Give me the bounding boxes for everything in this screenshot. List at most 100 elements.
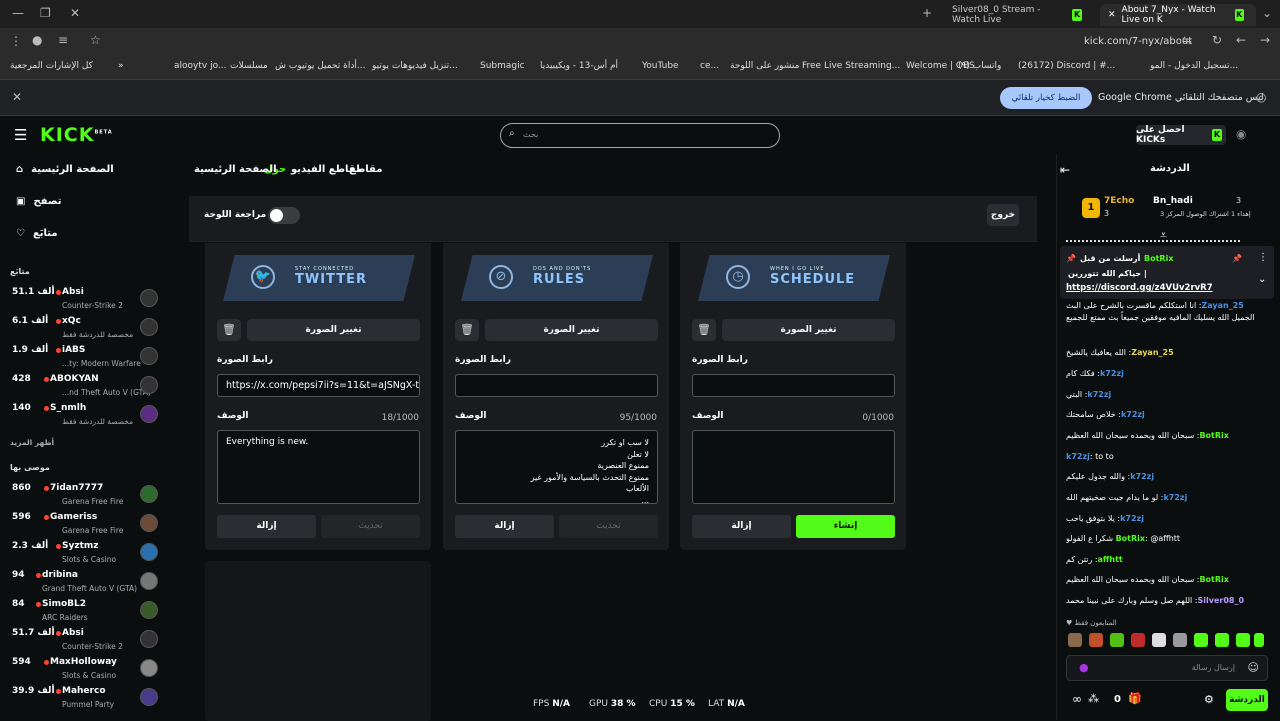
chat-input[interactable]: ● إرسال رسالة ☺ bbox=[1066, 655, 1268, 681]
bookmark-item[interactable]: (٩) واتساب bbox=[958, 61, 1001, 71]
new-tab-icon[interactable]: + bbox=[922, 6, 932, 20]
chevron-icon[interactable]: » bbox=[118, 61, 124, 71]
tab-about-nyx[interactable]: ✕ About 7_Nyx - Watch Live on K K bbox=[1100, 4, 1256, 26]
bookmark-item[interactable]: منشور على اللوحة bbox=[730, 61, 799, 71]
add-panel-placeholder[interactable] bbox=[205, 561, 431, 721]
image-link-input[interactable] bbox=[455, 374, 658, 397]
back-icon[interactable]: ← bbox=[1236, 33, 1246, 47]
users-icon[interactable]: ⁂ bbox=[1088, 692, 1099, 705]
emote-icon[interactable] bbox=[1254, 633, 1264, 647]
emote-icon[interactable] bbox=[1194, 633, 1208, 647]
chat-username[interactable]: k72zj bbox=[1100, 369, 1124, 378]
remove-button[interactable]: إزالة bbox=[217, 515, 316, 538]
channel-item[interactable]: 6.1 ألف xQc مخصصة للدردشة فقط bbox=[10, 315, 162, 343]
menu-dots-icon[interactable]: ⋮ bbox=[1258, 252, 1268, 263]
emote-icon[interactable] bbox=[1089, 633, 1103, 647]
chat-username[interactable]: k72zj bbox=[1066, 452, 1090, 461]
update-button[interactable]: تحديث bbox=[321, 515, 420, 538]
remove-button[interactable]: إزالة bbox=[455, 515, 554, 538]
channel-item[interactable]: 51.7 ألف Absi Counter-Strike 2 bbox=[10, 627, 162, 655]
pinned-link[interactable]: https://discord.gg/z4VUv2rvR7 bbox=[1066, 283, 1213, 293]
site-settings-icon[interactable]: ⇋ bbox=[1182, 33, 1192, 47]
emote-icon[interactable] bbox=[1110, 633, 1124, 647]
user-avatar-icon[interactable]: ◉ bbox=[1236, 127, 1246, 141]
description-textarea[interactable]: Everything is new. bbox=[217, 430, 420, 504]
menu-dots-icon[interactable]: ⋮ bbox=[10, 34, 22, 48]
url-field[interactable]: kick.com/7-nyx/about bbox=[1084, 36, 1192, 47]
change-image-button[interactable]: تغيير الصورة bbox=[247, 319, 420, 341]
bookmark-item[interactable]: تنزيل فيديوهات يوتيو... bbox=[372, 61, 458, 71]
bookmark-item[interactable]: ce... bbox=[700, 61, 719, 71]
nav-browse[interactable]: ▣ تصفح bbox=[16, 196, 61, 207]
emote-icon[interactable] bbox=[1173, 633, 1187, 647]
chat-username[interactable]: Silver08_0 bbox=[1197, 596, 1244, 605]
tab-home[interactable]: الصفحة الرئيسية bbox=[194, 164, 277, 175]
bookmark-item[interactable]: (26172) Discord | #... bbox=[1018, 61, 1115, 71]
get-kicks-button[interactable]: احصل على KICKs K bbox=[1136, 125, 1226, 145]
bookmark-item[interactable]: مسلسلات bbox=[230, 61, 268, 71]
bookmark-item[interactable]: أداة تحميل يوتيوب ش... bbox=[275, 61, 365, 71]
bookmark-item[interactable]: Submagic bbox=[480, 61, 525, 71]
bookmark-item[interactable]: YouTube bbox=[642, 61, 679, 71]
infinity-icon[interactable]: ∞ bbox=[1072, 692, 1082, 706]
description-textarea[interactable]: لا سب او تكرر لا تعلن ممنوع العنصرية ممن… bbox=[455, 430, 658, 504]
review-panels-toggle[interactable] bbox=[268, 207, 300, 224]
tab-silver[interactable]: Silver08_0 Stream - Watch Live K bbox=[944, 4, 1094, 26]
bookmark-star-icon[interactable]: ☆ bbox=[90, 33, 101, 47]
channel-item[interactable]: 140 S_nmlh مخصصة للدردشة فقط bbox=[10, 402, 162, 430]
close-icon[interactable]: ✕ bbox=[12, 90, 22, 104]
emote-icon[interactable] bbox=[1215, 633, 1229, 647]
trash-icon[interactable]: 🗑 bbox=[455, 319, 479, 341]
channel-item[interactable]: 1.9 ألف iABS ...ty: Modern Warfare bbox=[10, 344, 162, 372]
channel-item[interactable]: 51.1 ألف Absi Counter-Strike 2 bbox=[10, 286, 162, 314]
emote-icon[interactable] bbox=[1131, 633, 1145, 647]
profile-icon[interactable]: ● bbox=[32, 33, 42, 47]
tab-videos[interactable]: مقاطع الفيديو bbox=[291, 164, 362, 175]
gift-icon[interactable]: 🎁 bbox=[1128, 692, 1142, 705]
bookmark-item[interactable]: Free Live Streaming... bbox=[802, 61, 900, 71]
collapse-chat-icon[interactable]: ⇤ bbox=[1060, 163, 1070, 177]
pin-expand-icon[interactable]: ⩡ bbox=[1160, 228, 1167, 243]
bookmark-item[interactable]: تسجيل الدخول - المو... bbox=[1150, 61, 1238, 71]
emote-icon[interactable] bbox=[1068, 633, 1082, 647]
unpin-icon[interactable]: 📌 bbox=[1232, 254, 1242, 263]
nav-following[interactable]: ♡ متابَع bbox=[16, 228, 58, 239]
restore-icon[interactable]: ❐ bbox=[40, 6, 51, 20]
channel-item[interactable]: 428 ABOKYAN ...nd Theft Auto V (GTA) bbox=[10, 373, 162, 401]
change-image-button[interactable]: تغيير الصورة bbox=[485, 319, 658, 341]
chevron-down-icon[interactable]: ⌄ bbox=[1258, 274, 1266, 285]
bookmark-item[interactable]: أم أس-13 - ويكيبيديا bbox=[540, 61, 618, 71]
description-textarea[interactable] bbox=[692, 430, 895, 504]
chat-username[interactable]: BotRix bbox=[1199, 431, 1228, 440]
channel-item[interactable]: 94 dribina Grand Theft Auto V (GTA) bbox=[10, 569, 162, 597]
mic-icon[interactable]: ● bbox=[1079, 661, 1089, 674]
image-link-input[interactable]: https://x.com/pepsi7ii?s=11&t=aJSNgX-tXI bbox=[217, 374, 420, 397]
gear-icon[interactable]: ⚙ bbox=[1204, 693, 1214, 706]
channel-item[interactable]: 596 Gameriss Garena Free Fire bbox=[10, 511, 162, 539]
emote-icon[interactable] bbox=[1236, 633, 1250, 647]
change-image-button[interactable]: تغيير الصورة bbox=[722, 319, 895, 341]
bookmark-all[interactable]: كل الإشارات المرجعية bbox=[10, 61, 93, 71]
image-link-input[interactable] bbox=[692, 374, 895, 397]
bookmark-item[interactable]: alooytv jo... bbox=[174, 61, 227, 71]
chat-username[interactable]: Zayan_25 bbox=[1131, 348, 1173, 357]
set-default-button[interactable]: الضبط كخيار تلقائي bbox=[1000, 87, 1092, 109]
nav-home[interactable]: ⌂ الصفحة الرئيسية bbox=[16, 164, 114, 175]
chat-username[interactable]: k72zj bbox=[1120, 514, 1144, 523]
close-window-icon[interactable]: ✕ bbox=[70, 6, 80, 20]
reload-icon[interactable]: ↻ bbox=[1212, 33, 1222, 47]
chat-username[interactable]: BotRix bbox=[1116, 534, 1145, 543]
emoji-icon[interactable]: ☺ bbox=[1248, 661, 1259, 674]
emote-icon[interactable] bbox=[1152, 633, 1166, 647]
tab-search-icon[interactable]: ⌄ bbox=[1262, 6, 1272, 20]
kick-logo[interactable]: KICKBETA bbox=[40, 124, 113, 146]
exit-button[interactable]: خروج bbox=[987, 204, 1019, 226]
chat-username[interactable]: affhtt bbox=[1098, 555, 1123, 564]
tune-icon[interactable]: ≡ bbox=[58, 33, 68, 47]
channel-item[interactable]: 39.9 ألف Maherco Pummel Party bbox=[10, 685, 162, 713]
channel-item[interactable]: 594 MaxHolloway Slots & Casino bbox=[10, 656, 162, 684]
channel-item[interactable]: 2.3 ألف Syztmz Slots & Casino bbox=[10, 540, 162, 568]
minimize-icon[interactable]: — bbox=[12, 6, 24, 20]
channel-item[interactable]: 84 SimoBL2 ARC Raiders bbox=[10, 598, 162, 626]
forward-icon[interactable]: → bbox=[1260, 33, 1270, 47]
